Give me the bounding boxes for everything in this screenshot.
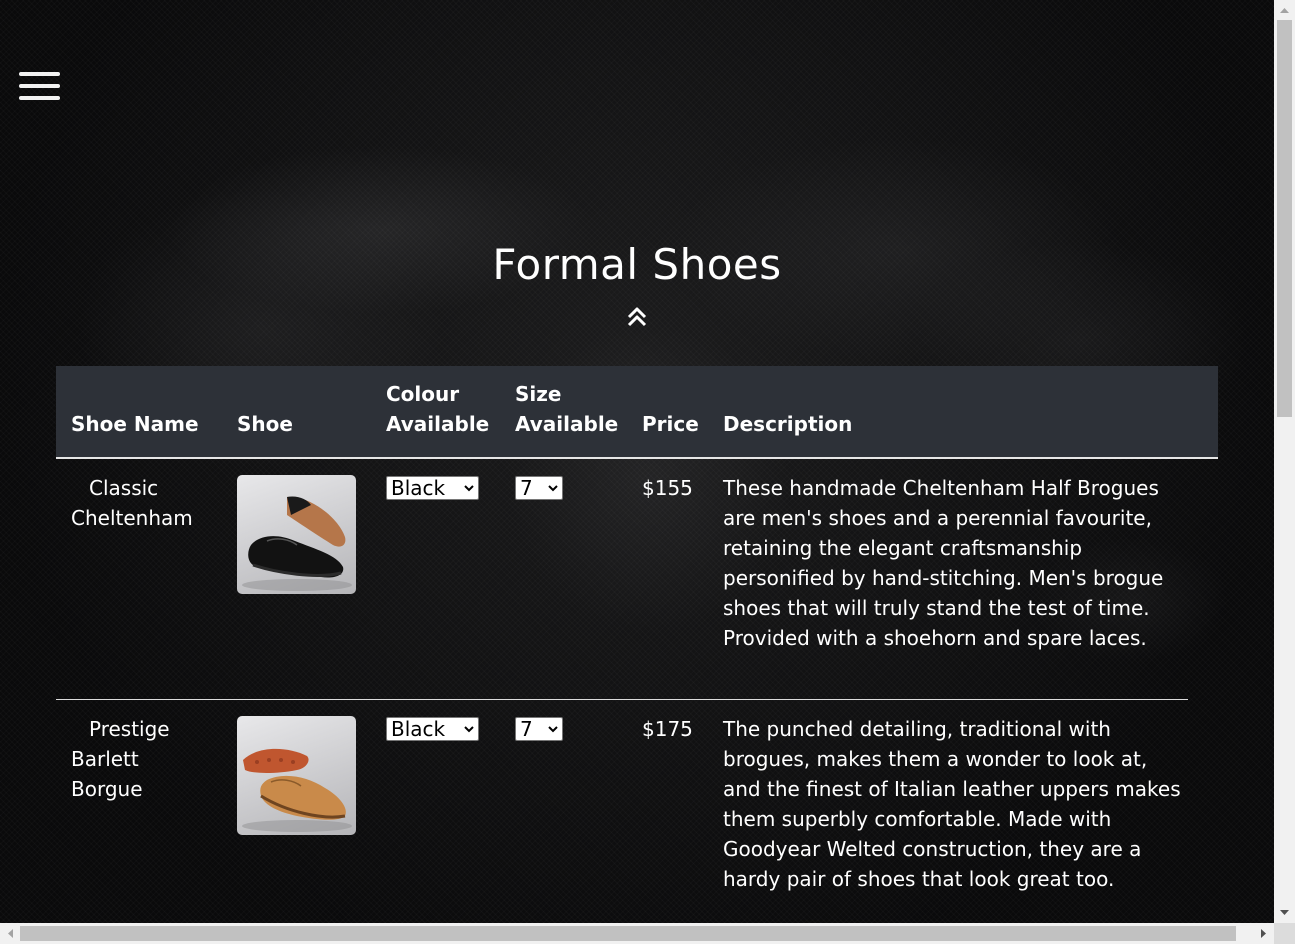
chevron-down-icon [464,726,474,733]
shoe-price: $175 [642,717,693,741]
size-select[interactable]: 7 [515,717,563,741]
table-header: Shoe Name Shoe Colour Available Size Ava… [56,366,1218,459]
shoe-price: $155 [642,476,693,500]
scroll-down-arrow-icon[interactable] [1274,904,1295,921]
menu-bar-top [19,72,60,76]
chevron-down-icon [548,726,558,733]
scroll-up-arrow-icon[interactable] [1274,2,1295,19]
header-colour-line1: Colour [386,382,460,406]
shoe-description: The punched detailing, traditional with … [723,717,1181,891]
header-shoe-name: Shoe Name [71,412,199,436]
horizontal-scroll-thumb[interactable] [20,926,1236,941]
colour-select-value: Black [391,717,446,741]
vertical-scrollbar[interactable] [1274,0,1295,923]
table-row: Prestige Barlett Borgue Black 7 $175 The… [56,700,1218,923]
tan-brogue-shoe-image [237,716,356,835]
horizontal-scrollbar[interactable] [0,923,1274,944]
shoe-name: Classic Cheltenham [71,473,221,533]
shoe-description: These handmade Cheltenham Half Brogues a… [723,476,1164,650]
size-select-value: 7 [520,717,533,741]
header-colour: Colour Available [386,379,489,439]
shoes-table: Shoe Name Shoe Colour Available Size Ava… [56,366,1218,923]
scroll-left-arrow-icon[interactable] [2,925,19,942]
colour-select[interactable]: Black [386,717,479,741]
size-select-value: 7 [520,476,533,500]
hamburger-menu-icon[interactable] [19,72,61,102]
header-size: Size Available [515,379,618,439]
scroll-right-arrow-icon[interactable] [1255,925,1272,942]
page-title: Formal Shoes [492,240,782,289]
menu-bar-middle [19,84,60,88]
shoe-name-line1: Prestige [89,717,170,741]
shoe-name-line2: Cheltenham [71,506,193,530]
menu-bar-bottom [19,96,60,100]
vertical-scroll-thumb[interactable] [1277,20,1292,417]
black-brogue-shoe-image [237,475,356,594]
header-size-line1: Size [515,382,562,406]
colour-select-value: Black [391,476,446,500]
table-row: Classic Cheltenham Black 7 $155 These ha… [56,459,1188,700]
scrollbar-corner [1274,923,1295,944]
shoe-name-line2: Barlett [71,747,139,771]
chevron-down-icon [548,485,558,492]
colour-select[interactable]: Black [386,476,479,500]
shoe-name-line3: Borgue [71,777,143,801]
size-select[interactable]: 7 [515,476,563,500]
header-size-line2: Available [515,412,619,436]
shoe-name: Prestige Barlett Borgue [71,714,221,804]
double-chevron-up-icon[interactable] [625,305,649,329]
shoe-name-line1: Classic [89,476,159,500]
header-description: Description [723,412,853,436]
header-shoe: Shoe [237,412,293,436]
header-price: Price [642,412,699,436]
page-viewport: Formal Shoes Shoe Name Shoe Colour Avail… [0,0,1274,923]
header-colour-line2: Available [386,412,490,436]
chevron-down-icon [464,485,474,492]
